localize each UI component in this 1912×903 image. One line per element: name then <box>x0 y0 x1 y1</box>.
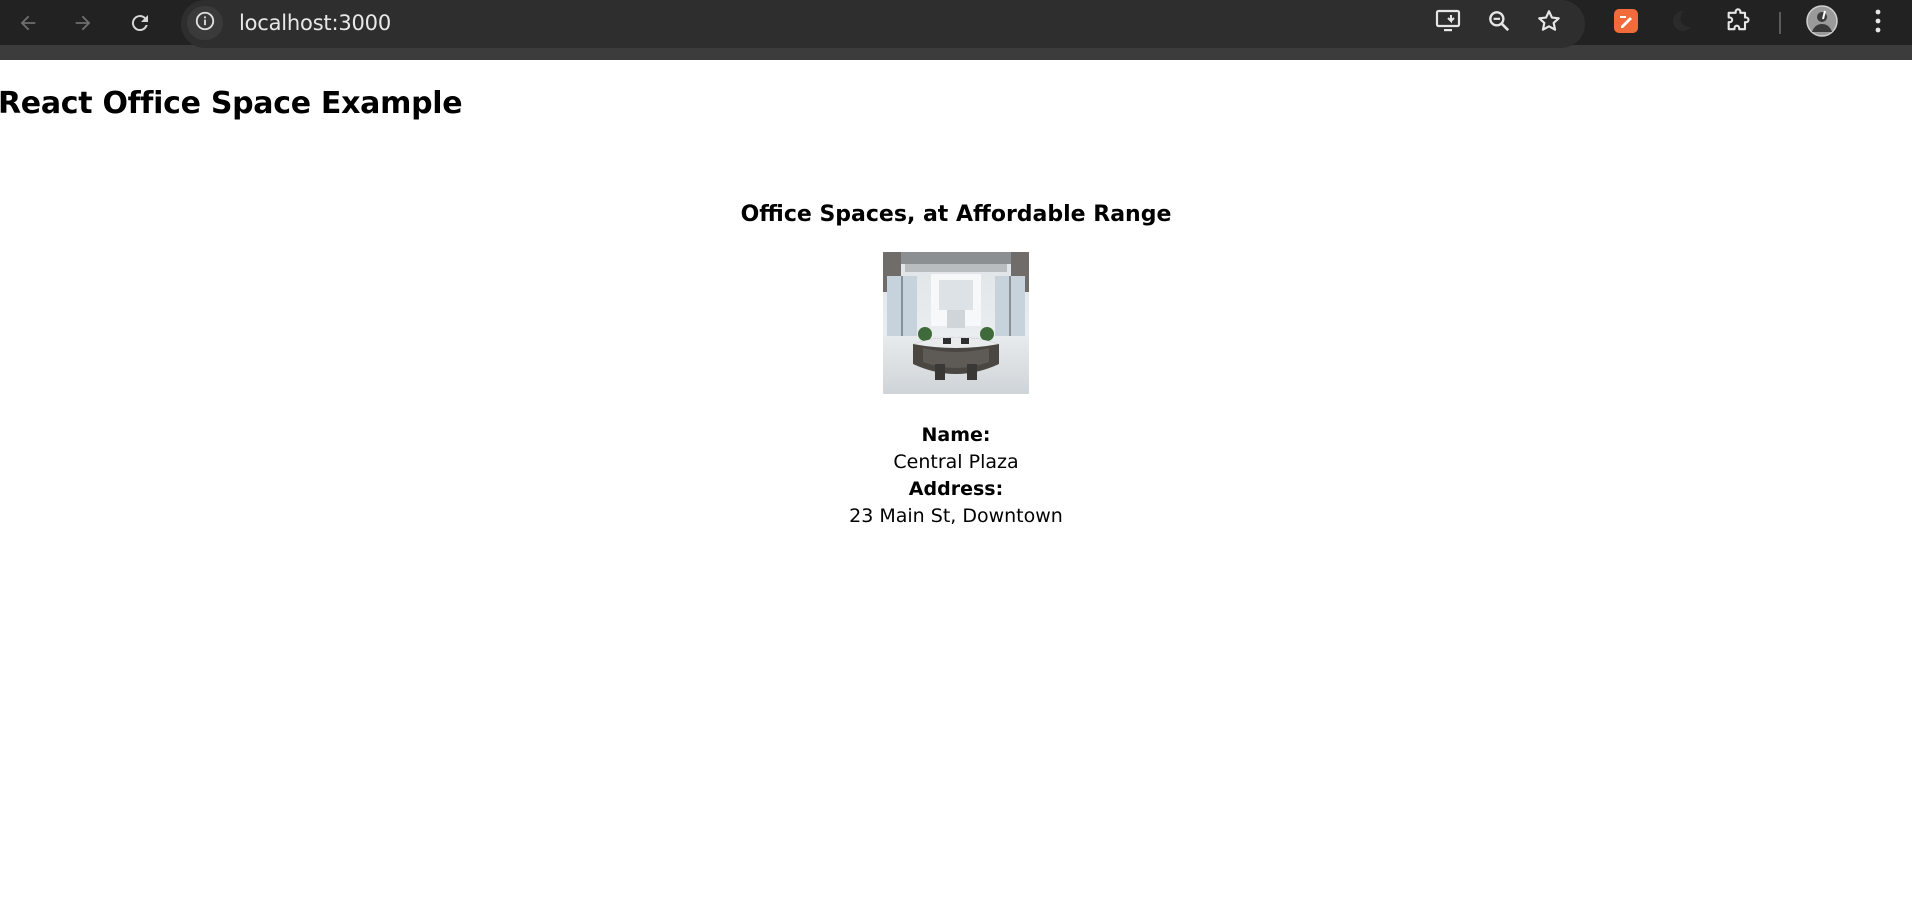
orange-extension-icon <box>1613 8 1639 39</box>
url-text[interactable]: localhost:3000 <box>239 10 391 36</box>
browser-menu-button[interactable] <box>1863 8 1893 38</box>
avatar <box>1806 4 1838 42</box>
arrow-right-icon <box>72 12 94 34</box>
arrow-left-icon <box>17 12 39 34</box>
name-label: Name: <box>921 424 991 446</box>
reload-icon <box>128 11 152 35</box>
install-app-button[interactable] <box>1430 6 1466 40</box>
extension-dark-button[interactable] <box>1666 8 1696 38</box>
extensions-menu-button[interactable] <box>1723 7 1753 40</box>
dark-extension-icon <box>1668 8 1694 39</box>
section-title: Office Spaces, at Affordable Range <box>740 202 1172 227</box>
browser-toolbar-divider-strip <box>0 48 1912 60</box>
toolbar-divider <box>1779 12 1781 34</box>
extension-orange-button[interactable] <box>1611 8 1641 38</box>
more-vert-icon <box>1866 7 1890 40</box>
office-name: Central Plaza <box>893 451 1019 473</box>
office-details: Name: Central Plaza Address: 23 Main St,… <box>0 422 1912 530</box>
site-info-button[interactable] <box>187 6 223 40</box>
bookmark-button[interactable] <box>1531 6 1567 40</box>
info-icon <box>194 10 216 37</box>
profile-button[interactable] <box>1806 4 1838 38</box>
forward-button[interactable] <box>65 6 101 40</box>
zoom-button[interactable] <box>1481 6 1517 40</box>
address-label: Address: <box>908 478 1004 500</box>
install-app-icon <box>1434 8 1462 39</box>
reload-button[interactable] <box>122 6 158 40</box>
page-title: React Office Space Example <box>0 86 463 121</box>
zoom-icon <box>1486 8 1512 39</box>
office-image <box>883 252 1029 394</box>
back-button[interactable] <box>10 6 46 40</box>
address-bar[interactable] <box>181 0 1585 48</box>
puzzle-icon <box>1724 7 1752 40</box>
office-card: Office Spaces, at Affordable Range Name:… <box>0 196 1912 530</box>
star-icon <box>1536 8 1562 39</box>
office-address: 23 Main St, Downtown <box>849 505 1063 527</box>
